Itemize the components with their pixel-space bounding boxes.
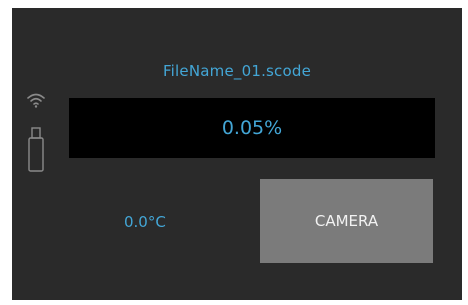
device-screen: FileName_01.scode 0.05% 0.0°C CAMERA [12, 8, 462, 300]
camera-button[interactable]: CAMERA [260, 179, 433, 263]
usb-icon [28, 127, 44, 172]
progress-percentage: 0.05% [221, 117, 283, 139]
temperature-readout: 0.0°C [124, 213, 166, 231]
file-name: FileName_01.scode [162, 62, 312, 80]
progress-panel: 0.05% [69, 98, 435, 158]
wifi-icon [27, 93, 45, 108]
status-icons [26, 92, 46, 182]
